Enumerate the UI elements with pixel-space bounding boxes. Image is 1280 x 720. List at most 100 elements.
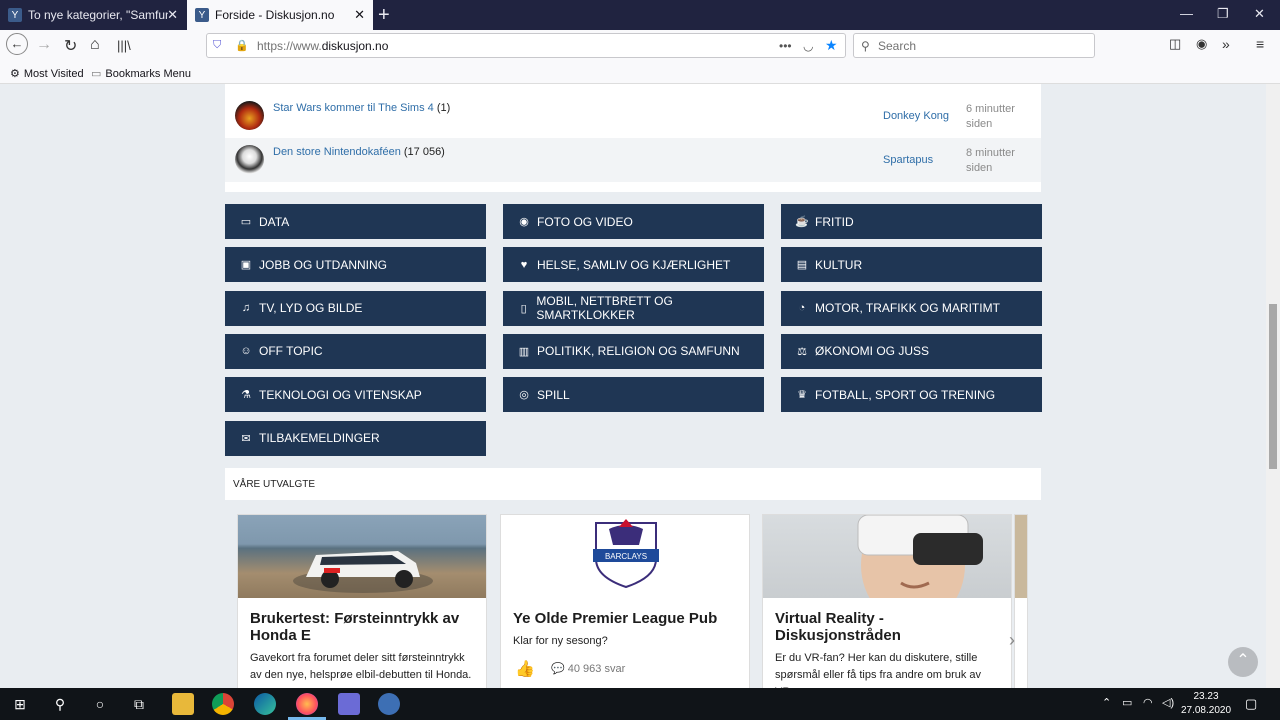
category-button[interactable]: ☺ OFF TOPIC <box>225 333 486 369</box>
card-title[interactable]: Ye Olde Premier League Pub <box>513 610 737 627</box>
topic-link[interactable]: Den store Nintendokaféen (17 056) <box>273 146 445 158</box>
firefox-icon[interactable] <box>296 693 318 715</box>
cortana-icon[interactable]: ○ <box>89 693 111 715</box>
scrollbar-thumb[interactable] <box>1269 304 1277 469</box>
paint-icon[interactable] <box>378 693 400 715</box>
wifi-icon[interactable]: ◠ <box>1143 696 1153 709</box>
edge-icon[interactable] <box>254 693 276 715</box>
category-label: OFF TOPIC <box>259 344 323 359</box>
category-label: KULTUR <box>815 257 863 272</box>
topic-title[interactable]: Star Wars kommer til The Sims 4 <box>273 102 434 114</box>
battery-icon[interactable]: ▭ <box>1122 696 1132 709</box>
notification-icon[interactable]: ▢ <box>1245 696 1257 712</box>
bookmark-star-icon[interactable]: ★ <box>825 37 838 54</box>
new-tab-icon[interactable]: + <box>378 4 390 27</box>
system-clock[interactable]: 23.23 27.08.2020 <box>1178 690 1234 718</box>
bookmark-most-visited[interactable]: ⚙ Most Visited <box>10 67 84 81</box>
site-favicon-icon: Y <box>8 8 22 22</box>
category-button[interactable]: ▥ POLITIKK, RELIGION OG SAMFUNN <box>503 333 764 369</box>
category-label: POLITIKK, RELIGION OG SAMFUNN <box>537 344 740 359</box>
card-image[interactable]: BARCLAYS <box>501 515 749 598</box>
close-tab-icon[interactable]: ✕ <box>354 7 365 23</box>
close-tab-icon[interactable]: ✕ <box>167 7 178 23</box>
category-button[interactable]: ◉ FOTO OG VIDEO <box>503 204 764 239</box>
topic-user[interactable]: Donkey Kong <box>883 110 949 122</box>
category-button[interactable]: ◔ MOTOR, TRAFIKK OG MARITIMT <box>781 290 1042 326</box>
topic-title[interactable]: Den store Nintendokaféen <box>273 146 401 158</box>
avatar[interactable] <box>235 145 264 174</box>
category-button[interactable]: ♫ TV, LYD OG BILDE <box>225 290 486 326</box>
minimize-icon[interactable]: — <box>1180 6 1193 21</box>
category-button[interactable]: ▭ DATA <box>225 204 486 239</box>
carousel-next-icon[interactable]: › <box>1009 630 1015 651</box>
task-view-icon[interactable]: ⧉ <box>128 693 150 715</box>
search-icon[interactable]: ⚲ <box>49 693 71 715</box>
clock-date: 27.08.2020 <box>1180 705 1232 716</box>
category-button[interactable]: ◎ SPILL <box>503 377 764 413</box>
search-icon: ⚲ <box>861 38 870 53</box>
category-button[interactable]: ⚖ ØKONOMI OG JUSS <box>781 333 1042 369</box>
topic-user[interactable]: Spartapus <box>883 154 933 166</box>
card-image[interactable] <box>763 505 1011 625</box>
category-button[interactable]: ⚗ TEKNOLOGI OG VITENSKAP <box>225 377 486 413</box>
bookmark-menu-folder[interactable]: ▭ Bookmarks Menu <box>91 67 191 81</box>
avatar[interactable] <box>235 101 264 130</box>
lock-icon[interactable]: 🔒 <box>235 39 249 52</box>
camera-icon: ◉ <box>519 216 529 228</box>
tab-active[interactable]: Y Forside - Diskusjon.no ✕ <box>187 0 373 30</box>
featured-card-partial[interactable] <box>1014 514 1028 688</box>
category-button[interactable]: ▯ MOBIL, NETTBRETT OG SMARTKLOKKER <box>503 290 764 326</box>
sidebar-icon[interactable]: ◫ <box>1169 36 1181 52</box>
card-text: Er du VR-fan? Her kan du diskutere, stil… <box>775 652 982 688</box>
app-icon[interactable] <box>338 693 360 715</box>
url-text[interactable]: https://www.diskusjon.no <box>257 39 388 53</box>
featured-card[interactable]: Virtual Reality - Diskusjonstråden Er du… <box>762 505 1012 688</box>
card-title[interactable]: Virtual Reality - Diskusjonstråden <box>775 610 999 644</box>
featured-card[interactable]: BARCLAYS Ye Olde Premier League Pub Klar… <box>500 514 750 688</box>
page-scrollbar[interactable] <box>1266 84 1280 688</box>
card-title[interactable]: Brukertest: Førsteinntrykk av Honda E <box>250 610 474 644</box>
category-button[interactable]: ▣ JOBB OG UTDANNING <box>225 247 486 283</box>
topic-link[interactable]: Star Wars kommer til The Sims 4 (1) <box>273 102 450 114</box>
category-button[interactable]: ☕ FRITID <box>781 204 1042 239</box>
tracking-shield-icon[interactable]: ⛉ <box>213 39 221 52</box>
premier-league-logo-icon: BARCLAYS <box>593 519 659 589</box>
scroll-to-top-icon[interactable]: ⌃ <box>1228 647 1258 677</box>
category-label: FOTBALL, SPORT OG TRENING <box>815 387 996 402</box>
url-bar[interactable]: ⛉ 🔒 https://www.diskusjon.no ••• ◡ ★ <box>206 33 846 58</box>
tab-inactive[interactable]: Y To nye kategorier, "Samfunn" e ✕ <box>0 0 186 30</box>
category-button[interactable]: ♥ HELSE, SAMLIV OG KJÆRLIGHET <box>503 247 764 283</box>
home-icon[interactable]: ⌂ <box>90 36 100 54</box>
file-explorer-icon[interactable] <box>172 693 194 715</box>
category-label: TV, LYD OG BILDE <box>259 301 363 316</box>
film-icon: ▤ <box>796 259 808 272</box>
windows-start-icon[interactable]: ⊞ <box>9 693 31 715</box>
chrome-icon[interactable] <box>212 693 234 715</box>
forward-icon[interactable]: → <box>36 36 52 54</box>
category-label: TEKNOLOGI OG VITENSKAP <box>259 387 422 402</box>
maximize-icon[interactable]: ❐ <box>1217 6 1229 22</box>
url-domain: diskusjon.no <box>321 38 389 53</box>
tray-chevron-icon[interactable]: ⌃ <box>1102 696 1111 709</box>
card-image[interactable] <box>238 515 486 598</box>
category-button[interactable]: ▤ KULTUR <box>781 247 1042 283</box>
card-text: Gavekort fra forumet deler sitt førstein… <box>250 652 472 681</box>
back-icon[interactable]: ← <box>6 33 28 55</box>
volume-icon[interactable]: ◁) <box>1162 696 1174 709</box>
search-input[interactable]: ⚲ Search <box>853 33 1095 58</box>
list-item[interactable]: Star Wars kommer til The Sims 4 (1) Donk… <box>225 94 1041 138</box>
hamburger-menu-icon[interactable]: ≡ <box>1256 36 1264 52</box>
reload-icon[interactable]: ↻ <box>64 36 77 56</box>
category-button[interactable]: ♛ FOTBALL, SPORT OG TRENING <box>781 377 1042 413</box>
windows-taskbar: ⊞ ⚲ ○ ⧉ ⌃ ▭ ◠ ◁) 23.23 27.08.2020 ▢ <box>0 688 1280 720</box>
account-icon[interactable]: ◉ <box>1196 36 1207 52</box>
featured-card[interactable]: Brukertest: Førsteinntrykk av Honda E Ga… <box>237 514 487 688</box>
pocket-icon[interactable]: ◡ <box>803 39 813 53</box>
page-actions-icon[interactable]: ••• <box>779 39 792 53</box>
library-icon[interactable]: |||\ <box>117 38 131 53</box>
overflow-menu-icon[interactable]: » <box>1222 36 1230 52</box>
list-item[interactable]: Den store Nintendokaféen (17 056) Sparta… <box>225 138 1041 182</box>
thumbs-up-icon[interactable]: 👍 <box>515 659 535 679</box>
category-button[interactable]: ✉ TILBAKEMELDINGER <box>225 420 486 456</box>
close-window-icon[interactable]: ✕ <box>1254 6 1265 22</box>
